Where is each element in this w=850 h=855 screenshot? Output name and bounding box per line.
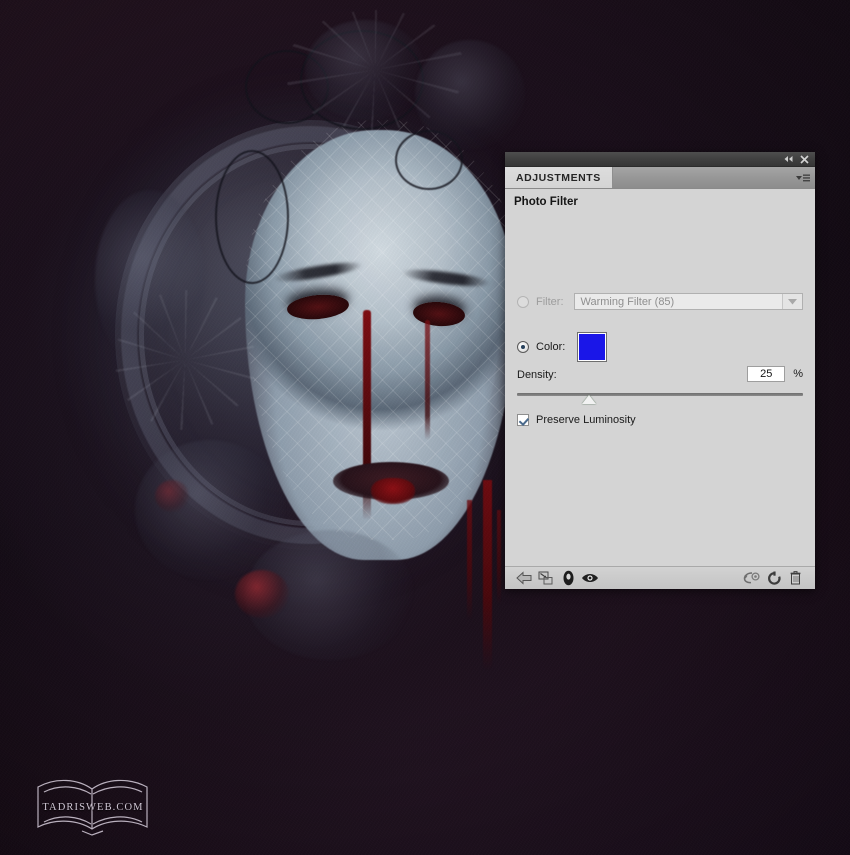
tab-adjustments[interactable]: ADJUSTMENTS xyxy=(505,167,613,188)
filter-label: Filter: xyxy=(536,295,564,308)
filter-select-value: Warming Filter (85) xyxy=(580,295,675,308)
color-swatch[interactable] xyxy=(577,332,608,362)
return-to-adjustment-list-icon[interactable] xyxy=(513,569,535,587)
blood-drip-3 xyxy=(497,510,501,605)
toggle-visibility-eye-icon[interactable] xyxy=(579,569,601,587)
chevron-down-icon xyxy=(782,294,802,309)
density-slider-track[interactable] xyxy=(517,393,803,396)
panel-titlebar xyxy=(505,152,815,167)
reset-adjustment-icon[interactable] xyxy=(763,569,785,587)
color-row: Color: xyxy=(517,332,803,362)
preserve-luminosity-row[interactable]: Preserve Luminosity xyxy=(517,414,636,426)
collapse-to-icons-icon[interactable] xyxy=(780,153,796,165)
density-field-group: 25 % xyxy=(747,366,803,382)
clip-to-layer-icon[interactable] xyxy=(535,569,557,587)
panel-menu-icon[interactable] xyxy=(791,167,815,188)
filter-row: Filter: Warming Filter (85) xyxy=(517,293,803,310)
filter-radio[interactable] xyxy=(517,295,529,308)
adjustments-panel: ADJUSTMENTS Photo Filter Filter: Warming xyxy=(505,152,815,589)
filter-select[interactable]: Warming Filter (85) xyxy=(573,293,803,310)
panel-body: Filter: Warming Filter (85) Color: Densi… xyxy=(505,214,815,566)
preserve-luminosity-label: Preserve Luminosity xyxy=(536,414,636,426)
blood-drip-1 xyxy=(483,480,492,670)
floral-cluster-top-right xyxy=(415,40,525,150)
floral-cluster-left xyxy=(95,190,205,370)
photoshop-canvas-artwork: TADRISWEB.COM ADJUSTMENTS Photo Filter F… xyxy=(0,0,850,855)
rose-bottom xyxy=(235,570,289,618)
open-book-icon xyxy=(37,779,148,836)
density-input[interactable]: 25 xyxy=(747,366,786,382)
color-label: Color: xyxy=(536,341,566,353)
artwork-portrait xyxy=(95,10,525,670)
density-unit: % xyxy=(793,368,803,380)
blood-mouth xyxy=(371,478,415,504)
close-icon[interactable] xyxy=(796,153,812,165)
blood-drip-2 xyxy=(467,500,472,620)
density-label: Density: xyxy=(517,369,557,381)
rose-left xyxy=(155,480,189,512)
density-slider[interactable] xyxy=(517,391,803,407)
floral-cluster-top xyxy=(305,20,425,120)
tadrisweb-logo: TADRISWEB.COM xyxy=(34,775,152,837)
toggle-mask-icon[interactable] xyxy=(557,569,579,587)
vine-swirl-3 xyxy=(215,150,289,284)
preserve-luminosity-checkbox[interactable] xyxy=(517,414,529,426)
panel-footer-toolbar xyxy=(505,566,815,589)
panel-header-title: Photo Filter xyxy=(505,189,815,214)
panel-tab-strip: ADJUSTMENTS xyxy=(505,167,815,189)
delete-adjustment-trash-icon[interactable] xyxy=(785,569,807,587)
logo-text: TADRISWEB.COM xyxy=(42,802,144,813)
tab-filler xyxy=(613,167,791,188)
density-slider-thumb[interactable] xyxy=(581,395,596,404)
color-radio[interactable] xyxy=(517,341,529,353)
blood-tear-right xyxy=(425,320,430,440)
view-previous-state-icon[interactable] xyxy=(741,569,763,587)
